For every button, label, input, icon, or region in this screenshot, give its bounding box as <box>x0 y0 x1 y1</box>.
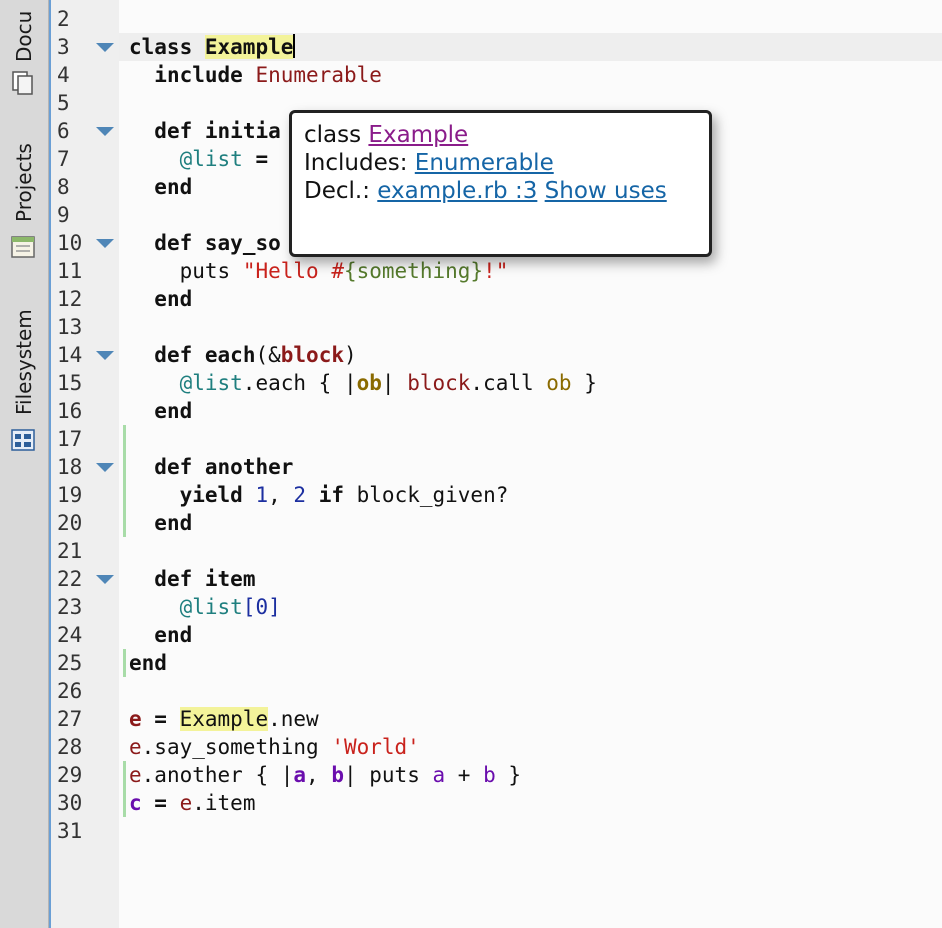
line-number: 8 <box>57 175 70 199</box>
tab-documents[interactable]: Docu <box>0 0 49 100</box>
declaration-link[interactable]: example.rb :3 <box>377 178 537 204</box>
code-line: def each(&block) <box>154 343 357 367</box>
code-line: e = Example.new <box>129 707 319 731</box>
tab-projects[interactable]: Projects <box>0 110 49 270</box>
code-line: @list.each { |ob| block.call ob } <box>179 371 597 395</box>
line-number: 13 <box>57 315 83 339</box>
code-line: end <box>154 287 193 311</box>
line-number: 7 <box>57 147 70 171</box>
code-line: def another <box>154 455 294 479</box>
tab-filesystem-label: Filesystem <box>12 309 36 415</box>
line-number: 20 <box>57 511 83 535</box>
line-number: 29 <box>57 763 83 787</box>
fold-toggle-icon[interactable] <box>96 239 114 248</box>
fold-toggle-icon[interactable] <box>96 575 114 584</box>
line-number: 11 <box>57 259 83 283</box>
line-number: 12 <box>57 287 83 311</box>
tooltip-line-class: class Example <box>304 122 469 148</box>
code-line: puts "Hello #{something}!" <box>179 259 509 283</box>
show-uses-link[interactable]: Show uses <box>545 178 667 204</box>
line-number: 25 <box>57 651 83 675</box>
line-number: 16 <box>57 399 83 423</box>
line-number: 24 <box>57 623 83 647</box>
tooltip-line-declaration: Decl.: example.rb :3 Show uses <box>304 178 667 204</box>
code-line: e.another { |a, b| puts a + b } <box>129 763 522 787</box>
line-number: 17 <box>57 427 83 451</box>
code-line: end <box>154 623 193 647</box>
line-number: 5 <box>57 91 70 115</box>
line-number: 15 <box>57 371 83 395</box>
code-line: def item <box>154 567 256 591</box>
line-number: 22 <box>57 567 83 591</box>
line-number: 30 <box>57 791 83 815</box>
code-line: end <box>154 399 193 423</box>
includes-link[interactable]: Enumerable <box>415 150 554 176</box>
tab-projects-label: Projects <box>12 143 36 222</box>
line-number: 9 <box>57 203 70 227</box>
class-link[interactable]: Example <box>368 122 468 148</box>
code-line: yield 1, 2 if block_given? <box>179 483 509 507</box>
side-panel-strip: Docu Projects Filesystem <box>0 0 49 928</box>
documents-icon <box>12 71 33 95</box>
line-number: 27 <box>57 707 83 731</box>
line-number: 4 <box>57 63 70 87</box>
code-line: end <box>129 651 167 675</box>
tab-documents-label: Docu <box>12 10 36 62</box>
declaration-tooltip: class Example Includes: Enumerable Decl.… <box>289 110 712 257</box>
editor-gutter: 2 3 4 5 6 7 8 9 10 11 12 13 14 15 16 17 … <box>49 0 126 928</box>
line-number: 19 <box>57 483 83 507</box>
text-caret <box>293 34 296 58</box>
fold-toggle-icon[interactable] <box>96 463 114 472</box>
code-line: class Example <box>129 34 296 59</box>
line-numbers: 2 3 4 5 6 7 8 9 10 11 12 13 14 15 16 17 … <box>57 5 97 845</box>
code-line: end <box>154 511 193 535</box>
line-number: 31 <box>57 819 83 843</box>
line-number: 21 <box>57 539 83 563</box>
line-number: 14 <box>57 343 83 367</box>
line-number: 2 <box>57 7 70 31</box>
projects-icon <box>11 236 35 258</box>
fold-toggle-icon[interactable] <box>96 351 114 360</box>
tab-filesystem[interactable]: Filesystem <box>0 285 49 460</box>
line-number: 10 <box>57 231 83 255</box>
line-number: 3 <box>57 35 70 59</box>
line-number: 26 <box>57 679 83 703</box>
tooltip-line-includes: Includes: Enumerable <box>304 150 554 176</box>
line-number: 6 <box>57 119 70 143</box>
filesystem-icon <box>11 429 35 451</box>
code-line: include Enumerable <box>154 63 382 87</box>
class-name: Example <box>204 35 294 59</box>
line-number: 28 <box>57 735 83 759</box>
fold-toggle-icon[interactable] <box>96 127 114 136</box>
code-line: @list[0] <box>179 595 281 619</box>
code-line: c = e.item <box>129 791 256 815</box>
line-number: 23 <box>57 595 83 619</box>
line-number: 18 <box>57 455 83 479</box>
code-line: e.say_something 'World' <box>129 735 420 759</box>
fold-toggle-icon[interactable] <box>96 43 114 52</box>
